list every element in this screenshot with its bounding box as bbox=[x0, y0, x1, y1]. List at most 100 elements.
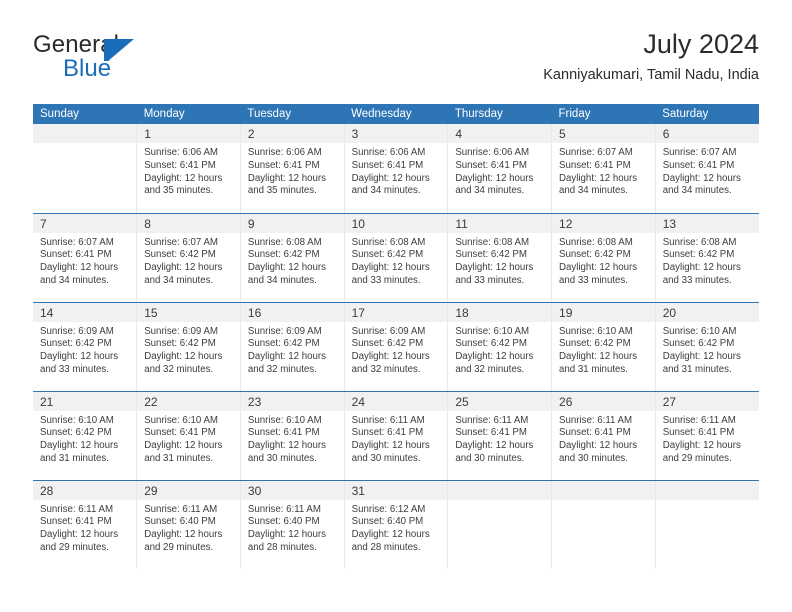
calendar-day-cell[interactable]: 19 Sunrise: 6:10 AM Sunset: 6:42 PM Dayligh… bbox=[551, 302, 656, 392]
calendar-day-cell[interactable]: 21 Sunrise: 6:10 AM Sunset: 6:42 PM Dayligh… bbox=[33, 391, 138, 481]
calendar-day-cell[interactable]: 15 Sunrise: 6:09 AM Sunset: 6:42 PM Dayligh… bbox=[136, 302, 241, 392]
day-daylight1-text: Daylight: 12 hours bbox=[559, 262, 638, 274]
day-sunset-text: Sunset: 6:42 PM bbox=[40, 427, 112, 439]
calendar-day-cell[interactable]: 12 Sunrise: 6:08 AM Sunset: 6:42 PM Dayligh… bbox=[551, 213, 656, 303]
day-number: 28 bbox=[33, 480, 137, 500]
day-daylight2-text: and 34 minutes. bbox=[144, 274, 214, 286]
day-number: 5 bbox=[552, 124, 655, 143]
day-daylight2-text: and 29 minutes. bbox=[662, 452, 732, 464]
calendar-day-cell[interactable]: 27 Sunrise: 6:11 AM Sunset: 6:41 PM Dayligh… bbox=[655, 391, 759, 481]
day-details: Sunrise: 6:07 AM Sunset: 6:41 PM Daylight:… bbox=[656, 143, 759, 198]
logo-text-blue: Blue bbox=[63, 55, 112, 82]
calendar-day-cell[interactable]: 30 Sunrise: 6:11 AM Sunset: 6:40 PM Dayligh… bbox=[240, 480, 345, 569]
day-daylight2-text: and 29 minutes. bbox=[40, 541, 109, 553]
calendar-day-cell[interactable]: 11 Sunrise: 6:08 AM Sunset: 6:42 PM Dayligh… bbox=[447, 213, 553, 303]
day-details: Sunrise: 6:08 AM Sunset: 6:42 PM Daylight:… bbox=[241, 233, 344, 288]
day-daylight2-text: and 35 minutes. bbox=[144, 185, 214, 197]
calendar-day-cell[interactable]: 13 Sunrise: 6:08 AM Sunset: 6:42 PM Dayligh… bbox=[655, 213, 759, 303]
day-daylight1-text: Daylight: 12 hours bbox=[247, 262, 326, 274]
weekday-header-tuesday: Tuesday bbox=[240, 104, 345, 124]
calendar-body: 1 Sunrise: 6:06 AM Sunset: 6:41 PM Daylight… bbox=[33, 124, 759, 569]
day-sunrise-text: Sunrise: 6:11 AM bbox=[455, 414, 529, 426]
day-sunrise-text: Sunrise: 6:08 AM bbox=[351, 236, 426, 248]
calendar-day-cell[interactable]: 26 Sunrise: 6:11 AM Sunset: 6:41 PM Dayligh… bbox=[551, 391, 656, 481]
day-details: Sunrise: 6:09 AM Sunset: 6:42 PM Daylight:… bbox=[33, 322, 136, 377]
day-sunset-text: Sunset: 6:41 PM bbox=[144, 427, 216, 439]
day-daylight2-text: and 31 minutes. bbox=[40, 452, 109, 464]
day-number: 18 bbox=[448, 302, 552, 322]
calendar-header-row: Sunday Monday Tuesday Wednesday Thursday Frid… bbox=[33, 104, 759, 124]
calendar-day-cell[interactable]: 25 Sunrise: 6:11 AM Sunset: 6:41 PM Dayligh… bbox=[447, 391, 553, 481]
day-details: Sunrise: 6:10 AM Sunset: 6:42 PM Daylight:… bbox=[656, 322, 759, 377]
day-sunrise-text: Sunrise: 6:09 AM bbox=[144, 325, 218, 337]
page-header: General Blue July 2024 Kanniyakumari, Ta… bbox=[33, 28, 759, 90]
day-details: Sunrise: 6:06 AM Sunset: 6:41 PM Daylight:… bbox=[345, 143, 448, 198]
day-number: 27 bbox=[655, 391, 759, 411]
day-daylight2-text: and 32 minutes. bbox=[351, 363, 421, 375]
day-daylight2-text: and 34 minutes. bbox=[247, 274, 317, 286]
calendar-week-row: 21 Sunrise: 6:10 AM Sunset: 6:42 PM Dayligh… bbox=[33, 391, 759, 481]
day-daylight1-text: Daylight: 12 hours bbox=[455, 262, 534, 274]
day-sunrise-text: Sunrise: 6:09 AM bbox=[247, 325, 322, 337]
day-daylight1-text: Daylight: 12 hours bbox=[40, 529, 119, 541]
calendar-day-cell[interactable]: 10 Sunrise: 6:08 AM Sunset: 6:42 PM Dayligh… bbox=[344, 213, 449, 303]
day-details: Sunrise: 6:07 AM Sunset: 6:41 PM Daylight:… bbox=[552, 143, 655, 198]
calendar-day-cell[interactable]: 8 Sunrise: 6:07 AM Sunset: 6:42 PM Daylight… bbox=[136, 213, 241, 303]
day-daylight1-text: Daylight: 12 hours bbox=[144, 262, 223, 274]
day-daylight2-text: and 32 minutes. bbox=[144, 363, 214, 375]
day-number bbox=[655, 480, 759, 500]
calendar-day-cell[interactable]: 4 Sunrise: 6:06 AM Sunset: 6:41 PM Daylight… bbox=[447, 124, 553, 214]
day-sunset-text: Sunset: 6:41 PM bbox=[40, 249, 112, 261]
calendar-day-cell[interactable]: 17 Sunrise: 6:09 AM Sunset: 6:42 PM Dayligh… bbox=[344, 302, 449, 392]
calendar-day-cell[interactable]: 16 Sunrise: 6:09 AM Sunset: 6:42 PM Dayligh… bbox=[240, 302, 345, 392]
calendar-day-cell[interactable]: 24 Sunrise: 6:11 AM Sunset: 6:41 PM Dayligh… bbox=[344, 391, 449, 481]
day-details: Sunrise: 6:06 AM Sunset: 6:41 PM Daylight:… bbox=[137, 143, 240, 198]
day-sunrise-text: Sunrise: 6:10 AM bbox=[144, 414, 218, 426]
day-number: 2 bbox=[240, 124, 344, 143]
day-sunrise-text: Sunrise: 6:09 AM bbox=[351, 325, 426, 337]
calendar-day-cell[interactable]: 31 Sunrise: 6:12 AM Sunset: 6:40 PM Dayligh… bbox=[344, 480, 449, 569]
day-number: 31 bbox=[344, 480, 448, 500]
day-details: Sunrise: 6:08 AM Sunset: 6:42 PM Daylight:… bbox=[656, 233, 759, 288]
day-details: Sunrise: 6:11 AM Sunset: 6:41 PM Daylight:… bbox=[656, 411, 759, 466]
calendar-day-cell[interactable]: 2 Sunrise: 6:06 AM Sunset: 6:41 PM Daylight… bbox=[240, 124, 345, 214]
calendar-day-cell[interactable]: 14 Sunrise: 6:09 AM Sunset: 6:42 PM Dayligh… bbox=[33, 302, 138, 392]
page-subtitle: Kanniyakumari, Tamil Nadu, India bbox=[543, 67, 759, 83]
calendar-day-cell[interactable]: 3 Sunrise: 6:06 AM Sunset: 6:41 PM Daylight… bbox=[344, 124, 449, 214]
day-sunrise-text: Sunrise: 6:11 AM bbox=[559, 414, 633, 426]
day-sunset-text: Sunset: 6:42 PM bbox=[144, 338, 216, 350]
calendar-day-cell[interactable]: 5 Sunrise: 6:07 AM Sunset: 6:41 PM Daylight… bbox=[551, 124, 656, 214]
day-daylight2-text: and 31 minutes. bbox=[144, 452, 214, 464]
day-sunset-text: Sunset: 6:41 PM bbox=[40, 516, 112, 528]
day-daylight1-text: Daylight: 12 hours bbox=[144, 529, 223, 541]
day-details: Sunrise: 6:10 AM Sunset: 6:42 PM Daylight:… bbox=[552, 322, 655, 377]
day-daylight2-text: and 30 minutes. bbox=[559, 452, 628, 464]
calendar-day-cell[interactable]: 20 Sunrise: 6:10 AM Sunset: 6:42 PM Dayligh… bbox=[655, 302, 759, 392]
day-daylight1-text: Daylight: 12 hours bbox=[247, 440, 326, 452]
day-details: Sunrise: 6:08 AM Sunset: 6:42 PM Daylight:… bbox=[345, 233, 448, 288]
calendar-day-cell[interactable]: 22 Sunrise: 6:10 AM Sunset: 6:41 PM Dayligh… bbox=[136, 391, 241, 481]
day-sunset-text: Sunset: 6:42 PM bbox=[662, 249, 735, 261]
calendar-day-cell[interactable]: 6 Sunrise: 6:07 AM Sunset: 6:41 PM Daylight… bbox=[655, 124, 759, 214]
day-sunset-text: Sunset: 6:42 PM bbox=[662, 338, 735, 350]
calendar-day-cell[interactable]: 23 Sunrise: 6:10 AM Sunset: 6:41 PM Dayligh… bbox=[240, 391, 345, 481]
day-number: 23 bbox=[240, 391, 344, 411]
day-number bbox=[448, 480, 552, 500]
day-sunset-text: Sunset: 6:41 PM bbox=[247, 427, 320, 439]
calendar-day-cell[interactable]: 28 Sunrise: 6:11 AM Sunset: 6:41 PM Dayligh… bbox=[33, 480, 138, 569]
day-number: 9 bbox=[240, 213, 344, 233]
calendar-day-cell[interactable]: 7 Sunrise: 6:07 AM Sunset: 6:41 PM Daylight… bbox=[33, 213, 138, 303]
calendar-day-cell[interactable]: 1 Sunrise: 6:06 AM Sunset: 6:41 PM Daylight… bbox=[136, 124, 241, 214]
day-sunset-text: Sunset: 6:42 PM bbox=[247, 249, 320, 261]
calendar-week-row: 1 Sunrise: 6:06 AM Sunset: 6:41 PM Daylight… bbox=[33, 124, 759, 214]
day-sunset-text: Sunset: 6:41 PM bbox=[351, 159, 424, 171]
day-daylight2-text: and 28 minutes. bbox=[247, 541, 317, 553]
day-number: 10 bbox=[344, 213, 448, 233]
day-number: 24 bbox=[344, 391, 448, 411]
calendar-day-cell[interactable]: 29 Sunrise: 6:11 AM Sunset: 6:40 PM Dayligh… bbox=[136, 480, 241, 569]
day-daylight1-text: Daylight: 12 hours bbox=[247, 529, 326, 541]
title-block: July 2024 Kanniyakumari, Tamil Nadu, Ind… bbox=[543, 28, 759, 85]
day-number: 15 bbox=[137, 302, 240, 322]
calendar-day-cell[interactable]: 9 Sunrise: 6:08 AM Sunset: 6:42 PM Daylight… bbox=[240, 213, 345, 303]
calendar-day-cell[interactable]: 18 Sunrise: 6:10 AM Sunset: 6:42 PM Dayligh… bbox=[447, 302, 553, 392]
